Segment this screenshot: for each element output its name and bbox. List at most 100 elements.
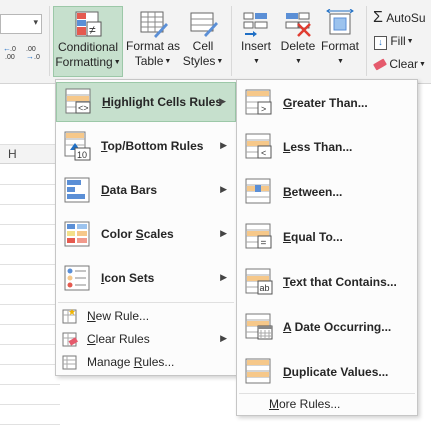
row-gridline bbox=[0, 384, 60, 385]
submenu-item-a-date-occurring[interactable]: A Date Occurring... bbox=[237, 305, 417, 349]
cell-styles-icon bbox=[190, 12, 218, 37]
chevron-right-icon: ▶ bbox=[220, 333, 227, 343]
chevron-down-icon: ▼ bbox=[295, 58, 302, 66]
data-bars-icon bbox=[64, 177, 90, 203]
cell-styles-label-2: Styles bbox=[182, 54, 216, 68]
menu-item-top-bottom-rules[interactable]: 10 Top/Bottom Rules ▶ bbox=[56, 126, 236, 166]
chevron-right-icon: ▶ bbox=[220, 184, 227, 194]
svg-text:<>: <> bbox=[78, 103, 89, 113]
format-button[interactable]: Format ▼ bbox=[319, 9, 361, 69]
row-gridline bbox=[0, 224, 60, 225]
menu-item-label: Top/Bottom Rules bbox=[101, 139, 204, 153]
clear-label: Clear bbox=[389, 57, 419, 71]
menu-item-label: Color Scales bbox=[101, 227, 174, 241]
submenu-item-more-rules[interactable]: More Rules... bbox=[237, 394, 417, 414]
cell-styles-button[interactable]: Cell Styles▼ bbox=[182, 9, 224, 69]
svg-text:.00: .00 bbox=[5, 54, 15, 60]
chevron-down-icon: ▼ bbox=[253, 58, 260, 66]
ribbon: ▾ ← .0.00 .00 → .0 ≠ Conditional Formatting… bbox=[0, 0, 431, 84]
highlight-cells-rules-submenu: > Greater Than... < Less Than... Between… bbox=[236, 79, 418, 416]
increase-decimal-icon: .00→ .0 bbox=[26, 46, 40, 61]
delete-button[interactable]: Delete ▼ bbox=[279, 9, 317, 69]
greater-than-icon: > bbox=[245, 89, 272, 115]
menu-item-clear-rules[interactable]: Clear Rules ▶ bbox=[56, 328, 236, 350]
manage-rules-icon bbox=[62, 355, 77, 370]
clear-button[interactable]: Clear▼ bbox=[373, 57, 426, 71]
row-gridline bbox=[0, 424, 60, 425]
submenu-item-less-than[interactable]: < Less Than... bbox=[237, 125, 417, 169]
menu-item-icon-sets[interactable]: Icon Sets ▶ bbox=[56, 258, 236, 298]
ribbon-separator bbox=[231, 6, 232, 76]
submenu-item-duplicate-values[interactable]: Duplicate Values... bbox=[237, 350, 417, 394]
insert-button[interactable]: Insert ▼ bbox=[236, 9, 276, 69]
fill-button[interactable]: ↓ Fill▼ bbox=[374, 34, 414, 50]
menu-item-label: Highlight Cells Rules bbox=[102, 95, 223, 109]
submenu-item-label: Equal To... bbox=[283, 230, 343, 244]
format-as-table-label-1: Format as bbox=[125, 39, 180, 53]
conditional-formatting-button[interactable]: ≠ Conditional Formatting▼ bbox=[53, 6, 123, 77]
row-gridline bbox=[0, 324, 60, 325]
column-header-h[interactable]: H bbox=[0, 144, 60, 164]
menu-item-manage-rules[interactable]: Manage Rules... bbox=[56, 351, 236, 373]
row-gridline bbox=[0, 304, 60, 305]
decrease-decimal-icon: ← .0.00 bbox=[3, 44, 16, 61]
row-gridline bbox=[0, 404, 60, 405]
row-gridline bbox=[0, 364, 60, 365]
cell-styles-label-1: Cell bbox=[192, 39, 214, 53]
format-as-table-icon bbox=[140, 11, 168, 38]
clear-rules-icon bbox=[62, 332, 78, 347]
submenu-item-label: Between... bbox=[283, 185, 343, 199]
row-gridline bbox=[0, 344, 60, 345]
autosum-button[interactable]: Σ AutoSu bbox=[373, 9, 426, 27]
decrease-decimal-button[interactable]: ← .0.00 bbox=[3, 44, 21, 63]
svg-text:=: = bbox=[261, 238, 267, 249]
duplicate-values-icon bbox=[245, 358, 271, 384]
menu-item-new-rule[interactable]: New Rule... bbox=[56, 305, 236, 327]
chevron-down-icon: ▼ bbox=[164, 58, 172, 66]
fill-down-icon: ↓ bbox=[374, 36, 387, 50]
chevron-down-icon: ▼ bbox=[216, 58, 224, 66]
icon-sets-icon bbox=[64, 265, 90, 291]
increase-decimal-button[interactable]: .00 → .0 bbox=[26, 44, 44, 63]
chevron-right-icon: ▶ bbox=[220, 272, 227, 282]
format-as-table-button[interactable]: Format as Table▼ bbox=[125, 9, 181, 69]
menu-item-data-bars[interactable]: Data Bars ▶ bbox=[56, 170, 236, 210]
svg-text:≠: ≠ bbox=[89, 23, 96, 37]
autosum-label: AutoSu bbox=[386, 11, 426, 25]
eraser-icon bbox=[373, 58, 387, 71]
chevron-down-icon: ▾ bbox=[33, 17, 38, 27]
insert-label: Insert bbox=[240, 39, 271, 53]
menu-item-label: Icon Sets bbox=[101, 271, 155, 285]
date-occurring-icon bbox=[245, 313, 273, 340]
menu-item-highlight-cells-rules[interactable]: <> Highlight Cells Rules ▶ bbox=[56, 82, 236, 122]
format-as-table-label-2: Table bbox=[134, 54, 164, 68]
chevron-down-icon: ▼ bbox=[406, 38, 414, 46]
submenu-item-equal-to[interactable]: = Equal To... bbox=[237, 215, 417, 259]
row-gridline bbox=[0, 184, 60, 185]
color-scales-icon bbox=[64, 221, 90, 247]
row-gridline bbox=[0, 264, 60, 265]
row-gridline bbox=[0, 284, 60, 285]
conditional-formatting-label-1: Conditional bbox=[57, 40, 119, 54]
submenu-item-label: Duplicate Values... bbox=[283, 365, 389, 379]
highlight-cells-rules-icon: <> bbox=[65, 88, 91, 114]
conditional-formatting-label-2: Formatting bbox=[55, 55, 113, 69]
submenu-item-text-that-contains[interactable]: ab Text that Contains... bbox=[237, 260, 417, 304]
delete-label: Delete bbox=[280, 39, 316, 53]
row-gridline bbox=[0, 204, 60, 205]
menu-item-color-scales[interactable]: Color Scales ▶ bbox=[56, 214, 236, 254]
conditional-formatting-menu: <> Highlight Cells Rules ▶ 10 Top/Bottom… bbox=[55, 79, 237, 376]
svg-text:>: > bbox=[261, 104, 266, 114]
format-cells-icon bbox=[326, 9, 354, 35]
submenu-item-greater-than[interactable]: > Greater Than... bbox=[237, 82, 417, 124]
submenu-item-label: Less Than... bbox=[283, 140, 353, 154]
svg-text:10: 10 bbox=[77, 150, 87, 160]
new-rule-icon bbox=[62, 309, 77, 324]
text-that-contains-icon: ab bbox=[245, 268, 273, 295]
submenu-item-label: More Rules... bbox=[269, 397, 341, 411]
menu-item-label: Clear Rules bbox=[87, 332, 150, 346]
submenu-item-between[interactable]: Between... bbox=[237, 170, 417, 214]
delete-cells-icon bbox=[285, 12, 311, 37]
number-format-dropdown[interactable]: ▾ bbox=[0, 14, 42, 34]
submenu-item-label: A Date Occurring... bbox=[283, 320, 392, 334]
